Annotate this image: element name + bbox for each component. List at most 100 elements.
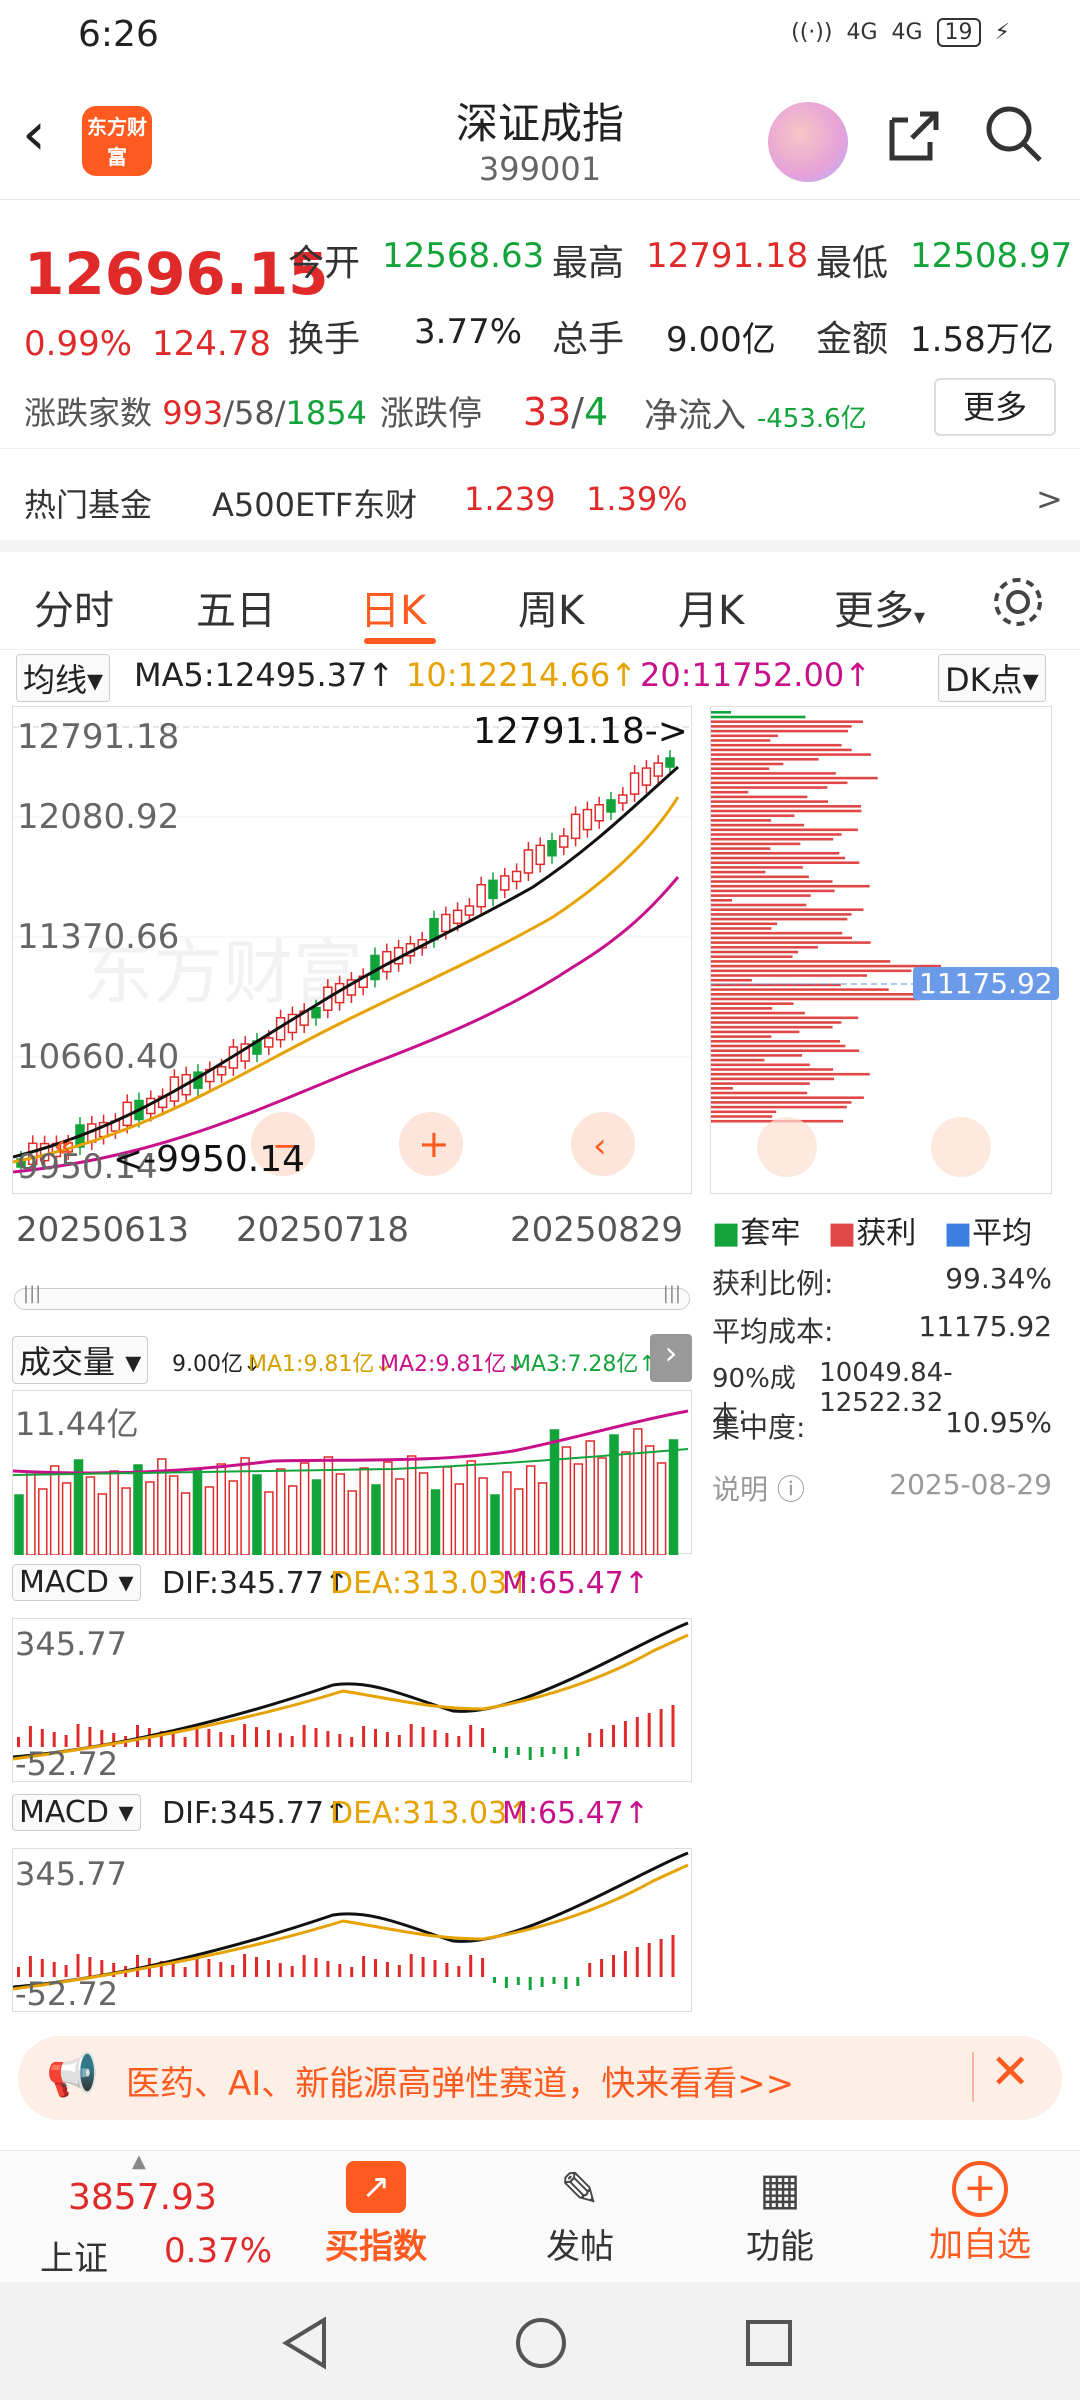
chip-bar (711, 870, 766, 874)
expand-icon[interactable] (931, 1117, 991, 1177)
chip-bar (711, 1091, 808, 1095)
chip-bar (711, 758, 819, 761)
promo-banner[interactable]: 📢 医药、AI、新能源高弹性赛道，快来看看>> ✕ (18, 2036, 1062, 2120)
scroll-handle-right[interactable]: ||| (663, 1283, 681, 1304)
volume-bar (109, 1470, 119, 1556)
macd-bar (374, 1729, 377, 1747)
kline-chart[interactable]: 东方财富 − + ‹ « 12791.18 12080.92 11370.66 … (12, 706, 693, 1194)
hot-fund-row[interactable]: 热门基金 A500ETF东财 1.239 1.39% > (0, 468, 1080, 532)
chip-prev-button[interactable] (757, 1117, 817, 1177)
macd-bar (659, 1709, 663, 1747)
ma5-value: MA5:12495.37↑ (134, 656, 395, 694)
high-label: 最高 (552, 243, 625, 284)
volume-bar (597, 1457, 607, 1556)
macd2-dif: DIF:345.77↑ (162, 1796, 350, 1831)
macd-selector-2[interactable]: MACD ▾ (12, 1794, 141, 1831)
volume-bar (573, 1463, 584, 1556)
breadth-flat: 58 (234, 394, 275, 432)
search-icon[interactable] (982, 102, 1044, 178)
tab-five-day[interactable]: 五日 (196, 578, 276, 636)
share-icon[interactable] (884, 106, 944, 180)
volume-bar (585, 1440, 595, 1556)
tab-more[interactable]: 更多▾ (834, 578, 925, 636)
dk-selector[interactable]: DK点▾ (938, 654, 1046, 702)
add-watchlist-tab[interactable]: + 加自选 (910, 2161, 1050, 2277)
banner-text[interactable]: 医药、AI、新能源高弹性赛道，快来看看>> (126, 2056, 794, 2105)
index-ticker[interactable]: ▲ 3857.93 上证 0.37% (20, 2151, 280, 2281)
chip-bar (711, 993, 931, 996)
tab-daily-k[interactable]: 日K (360, 578, 426, 636)
chip-bar (711, 715, 806, 719)
close-icon[interactable]: ✕ (990, 2044, 1030, 2100)
volume-chart: 11.44亿 (12, 1390, 692, 1556)
chip-bar (711, 852, 840, 855)
volume-y-label: 11.44亿 (15, 1405, 139, 1443)
signal-icon: 4G (846, 20, 878, 45)
more-button[interactable]: 更多 (934, 378, 1056, 436)
scroll-handle-left[interactable]: ||| (23, 1283, 41, 1304)
chip-bar (711, 833, 842, 836)
macd-selector-1[interactable]: MACD ▾ (12, 1564, 141, 1601)
profit-ratio-label: 获利比例: (712, 1267, 834, 1300)
y-label-top: 12791.18 (17, 717, 180, 757)
chip-bar (711, 880, 833, 883)
chevron-right-icon[interactable]: > (1036, 480, 1063, 518)
fund-price: 1.239 (464, 480, 556, 518)
volume-bar (311, 1479, 322, 1556)
nav-back-icon[interactable] (280, 2316, 330, 2374)
macd-bar (385, 1732, 389, 1747)
macd-bar (374, 1959, 377, 1977)
macd-bar (493, 1977, 496, 1983)
volume-bar (145, 1481, 155, 1556)
chip-bar (711, 1007, 773, 1010)
chip-bar (711, 884, 870, 888)
post-tab[interactable]: ✎ 发帖 (510, 2161, 650, 2277)
chip-bar (711, 772, 836, 775)
settings-gear-icon[interactable] (990, 574, 1046, 634)
ma-selector[interactable]: 均线▾ (16, 654, 111, 702)
inflow-label: 净流入 (644, 396, 746, 436)
volume-bar (347, 1490, 357, 1556)
nav-recents-icon[interactable] (744, 2318, 794, 2372)
chart-scrollbar[interactable]: ||| ||| (14, 1283, 690, 1310)
chip-bar (711, 790, 749, 794)
limit-label: 涨跌停 (380, 394, 482, 434)
chip-bar (711, 1058, 765, 1062)
macd-bar (540, 1747, 544, 1757)
chip-bar (711, 988, 889, 991)
fund-name[interactable]: A500ETF东财 (212, 480, 417, 526)
tab-monthly-k[interactable]: 月K (678, 578, 744, 636)
buy-index-tab[interactable]: ↗ 买指数 (306, 2161, 446, 2277)
candle-body (500, 875, 510, 891)
expand-right-icon[interactable]: › (650, 1334, 692, 1382)
chip-bar (711, 955, 793, 958)
macd-bar (659, 1939, 663, 1977)
chip-bar (711, 922, 778, 926)
functions-tab[interactable]: ▦ 功能 (710, 2161, 850, 2277)
cost90-label: 90%成本: (712, 1364, 796, 1431)
macd-bar (671, 1705, 675, 1747)
chip-distribution[interactable]: 11175.92 (710, 706, 1059, 1194)
volume-bar (502, 1471, 512, 1556)
chip-bar (711, 946, 818, 949)
breadth-row: 涨跌家数 993/58/1854 (24, 394, 367, 432)
chip-bar (711, 913, 852, 916)
tab-weekly-k[interactable]: 周K (518, 578, 584, 636)
post-label: 发帖 (546, 2227, 614, 2267)
limit-up: 33 (522, 390, 572, 434)
tab-intraday[interactable]: 分时 (34, 578, 114, 636)
volume-bar (418, 1472, 429, 1556)
low-marker: <-9950.14 (113, 1139, 306, 1180)
candle-body (641, 767, 652, 786)
candle-body (665, 757, 675, 768)
chip-bar (711, 762, 784, 766)
note-link[interactable]: 说明 ⓘ (712, 1468, 805, 1524)
volume-bar (466, 1460, 476, 1556)
volume-bar (204, 1486, 215, 1556)
volume-selector[interactable]: 成交量 ▾ (12, 1336, 149, 1384)
volume-bar (478, 1477, 488, 1556)
nav-home-icon[interactable] (514, 2316, 568, 2374)
chip-bar (711, 894, 811, 897)
chip-legend: ■套牢 ■获利 ■平均 (712, 1216, 1033, 1251)
ai-assistant-icon[interactable] (768, 102, 848, 182)
